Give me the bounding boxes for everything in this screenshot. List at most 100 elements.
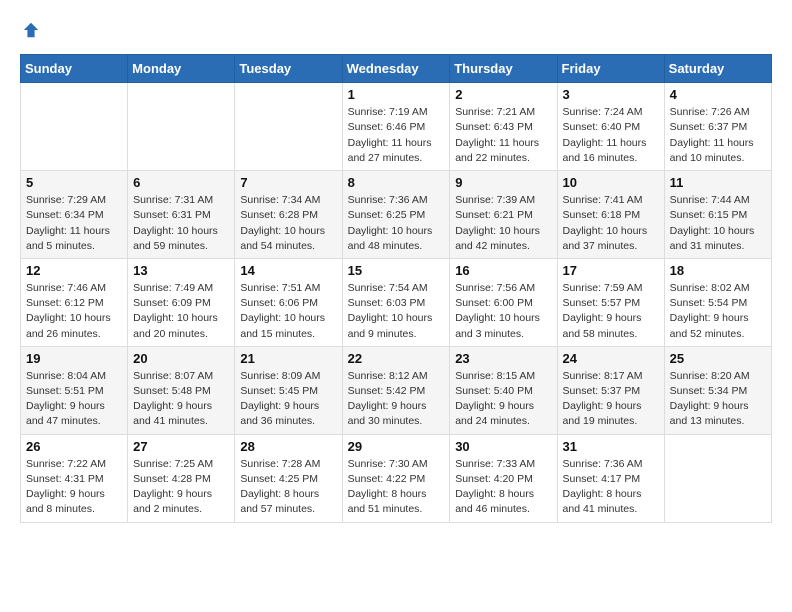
calendar-cell: 8 Sunrise: 7:36 AMSunset: 6:25 PMDayligh…	[342, 171, 450, 259]
logo	[20, 20, 40, 44]
day-info: Sunrise: 7:51 AMSunset: 6:06 PMDaylight:…	[240, 281, 336, 342]
day-number: 21	[240, 351, 336, 366]
day-info: Sunrise: 8:12 AMSunset: 5:42 PMDaylight:…	[348, 369, 445, 430]
day-info: Sunrise: 7:49 AMSunset: 6:09 PMDaylight:…	[133, 281, 229, 342]
day-number: 27	[133, 439, 229, 454]
day-info: Sunrise: 7:56 AMSunset: 6:00 PMDaylight:…	[455, 281, 551, 342]
day-info: Sunrise: 8:17 AMSunset: 5:37 PMDaylight:…	[563, 369, 659, 430]
day-info: Sunrise: 7:46 AMSunset: 6:12 PMDaylight:…	[26, 281, 122, 342]
day-info: Sunrise: 7:21 AMSunset: 6:43 PMDaylight:…	[455, 105, 551, 166]
calendar-cell: 29 Sunrise: 7:30 AMSunset: 4:22 PMDaylig…	[342, 434, 450, 522]
day-number: 18	[670, 263, 766, 278]
day-number: 5	[26, 175, 122, 190]
calendar-cell	[664, 434, 771, 522]
day-info: Sunrise: 7:59 AMSunset: 5:57 PMDaylight:…	[563, 281, 659, 342]
day-number: 8	[348, 175, 445, 190]
calendar-cell: 4 Sunrise: 7:26 AMSunset: 6:37 PMDayligh…	[664, 83, 771, 171]
day-number: 11	[670, 175, 766, 190]
day-number: 24	[563, 351, 659, 366]
calendar-cell: 21 Sunrise: 8:09 AMSunset: 5:45 PMDaylig…	[235, 346, 342, 434]
day-info: Sunrise: 7:34 AMSunset: 6:28 PMDaylight:…	[240, 193, 336, 254]
day-info: Sunrise: 7:25 AMSunset: 4:28 PMDaylight:…	[133, 457, 229, 518]
calendar-cell: 24 Sunrise: 8:17 AMSunset: 5:37 PMDaylig…	[557, 346, 664, 434]
calendar-cell: 23 Sunrise: 8:15 AMSunset: 5:40 PMDaylig…	[450, 346, 557, 434]
day-number: 1	[348, 87, 445, 102]
weekday-header-tuesday: Tuesday	[235, 55, 342, 83]
calendar-week-row: 12 Sunrise: 7:46 AMSunset: 6:12 PMDaylig…	[21, 258, 772, 346]
calendar-cell	[21, 83, 128, 171]
calendar-cell: 9 Sunrise: 7:39 AMSunset: 6:21 PMDayligh…	[450, 171, 557, 259]
day-number: 4	[670, 87, 766, 102]
day-info: Sunrise: 7:30 AMSunset: 4:22 PMDaylight:…	[348, 457, 445, 518]
weekday-header-monday: Monday	[128, 55, 235, 83]
day-info: Sunrise: 7:36 AMSunset: 6:25 PMDaylight:…	[348, 193, 445, 254]
day-number: 25	[670, 351, 766, 366]
day-info: Sunrise: 8:02 AMSunset: 5:54 PMDaylight:…	[670, 281, 766, 342]
calendar-week-row: 26 Sunrise: 7:22 AMSunset: 4:31 PMDaylig…	[21, 434, 772, 522]
weekday-header-friday: Friday	[557, 55, 664, 83]
calendar-cell: 13 Sunrise: 7:49 AMSunset: 6:09 PMDaylig…	[128, 258, 235, 346]
page-header	[20, 20, 772, 44]
day-info: Sunrise: 7:44 AMSunset: 6:15 PMDaylight:…	[670, 193, 766, 254]
logo-icon	[22, 21, 40, 39]
day-info: Sunrise: 7:36 AMSunset: 4:17 PMDaylight:…	[563, 457, 659, 518]
day-info: Sunrise: 7:24 AMSunset: 6:40 PMDaylight:…	[563, 105, 659, 166]
calendar-cell: 7 Sunrise: 7:34 AMSunset: 6:28 PMDayligh…	[235, 171, 342, 259]
weekday-header-thursday: Thursday	[450, 55, 557, 83]
calendar-cell: 19 Sunrise: 8:04 AMSunset: 5:51 PMDaylig…	[21, 346, 128, 434]
day-number: 3	[563, 87, 659, 102]
calendar-week-row: 19 Sunrise: 8:04 AMSunset: 5:51 PMDaylig…	[21, 346, 772, 434]
day-info: Sunrise: 7:31 AMSunset: 6:31 PMDaylight:…	[133, 193, 229, 254]
calendar-cell: 16 Sunrise: 7:56 AMSunset: 6:00 PMDaylig…	[450, 258, 557, 346]
calendar-cell: 10 Sunrise: 7:41 AMSunset: 6:18 PMDaylig…	[557, 171, 664, 259]
weekday-header-wednesday: Wednesday	[342, 55, 450, 83]
weekday-header-sunday: Sunday	[21, 55, 128, 83]
day-number: 16	[455, 263, 551, 278]
day-number: 7	[240, 175, 336, 190]
day-number: 12	[26, 263, 122, 278]
calendar-cell: 28 Sunrise: 7:28 AMSunset: 4:25 PMDaylig…	[235, 434, 342, 522]
calendar-cell: 31 Sunrise: 7:36 AMSunset: 4:17 PMDaylig…	[557, 434, 664, 522]
day-info: Sunrise: 7:39 AMSunset: 6:21 PMDaylight:…	[455, 193, 551, 254]
day-number: 6	[133, 175, 229, 190]
calendar-cell: 6 Sunrise: 7:31 AMSunset: 6:31 PMDayligh…	[128, 171, 235, 259]
calendar-cell: 22 Sunrise: 8:12 AMSunset: 5:42 PMDaylig…	[342, 346, 450, 434]
day-info: Sunrise: 8:07 AMSunset: 5:48 PMDaylight:…	[133, 369, 229, 430]
day-number: 29	[348, 439, 445, 454]
calendar-week-row: 1 Sunrise: 7:19 AMSunset: 6:46 PMDayligh…	[21, 83, 772, 171]
calendar-table: SundayMondayTuesdayWednesdayThursdayFrid…	[20, 54, 772, 522]
calendar-week-row: 5 Sunrise: 7:29 AMSunset: 6:34 PMDayligh…	[21, 171, 772, 259]
day-info: Sunrise: 7:29 AMSunset: 6:34 PMDaylight:…	[26, 193, 122, 254]
day-number: 30	[455, 439, 551, 454]
calendar-header-row: SundayMondayTuesdayWednesdayThursdayFrid…	[21, 55, 772, 83]
calendar-cell: 30 Sunrise: 7:33 AMSunset: 4:20 PMDaylig…	[450, 434, 557, 522]
calendar-cell: 17 Sunrise: 7:59 AMSunset: 5:57 PMDaylig…	[557, 258, 664, 346]
day-number: 23	[455, 351, 551, 366]
calendar-cell: 14 Sunrise: 7:51 AMSunset: 6:06 PMDaylig…	[235, 258, 342, 346]
calendar-cell: 2 Sunrise: 7:21 AMSunset: 6:43 PMDayligh…	[450, 83, 557, 171]
calendar-cell: 20 Sunrise: 8:07 AMSunset: 5:48 PMDaylig…	[128, 346, 235, 434]
day-info: Sunrise: 7:54 AMSunset: 6:03 PMDaylight:…	[348, 281, 445, 342]
day-info: Sunrise: 8:15 AMSunset: 5:40 PMDaylight:…	[455, 369, 551, 430]
day-info: Sunrise: 8:20 AMSunset: 5:34 PMDaylight:…	[670, 369, 766, 430]
day-number: 22	[348, 351, 445, 366]
day-number: 2	[455, 87, 551, 102]
calendar-cell: 11 Sunrise: 7:44 AMSunset: 6:15 PMDaylig…	[664, 171, 771, 259]
calendar-cell: 1 Sunrise: 7:19 AMSunset: 6:46 PMDayligh…	[342, 83, 450, 171]
day-number: 26	[26, 439, 122, 454]
day-info: Sunrise: 7:22 AMSunset: 4:31 PMDaylight:…	[26, 457, 122, 518]
day-info: Sunrise: 7:33 AMSunset: 4:20 PMDaylight:…	[455, 457, 551, 518]
day-number: 15	[348, 263, 445, 278]
day-info: Sunrise: 8:04 AMSunset: 5:51 PMDaylight:…	[26, 369, 122, 430]
day-number: 20	[133, 351, 229, 366]
calendar-cell	[128, 83, 235, 171]
day-info: Sunrise: 7:41 AMSunset: 6:18 PMDaylight:…	[563, 193, 659, 254]
weekday-header-saturday: Saturday	[664, 55, 771, 83]
day-number: 14	[240, 263, 336, 278]
calendar-cell: 15 Sunrise: 7:54 AMSunset: 6:03 PMDaylig…	[342, 258, 450, 346]
day-number: 28	[240, 439, 336, 454]
calendar-cell: 12 Sunrise: 7:46 AMSunset: 6:12 PMDaylig…	[21, 258, 128, 346]
calendar-cell: 25 Sunrise: 8:20 AMSunset: 5:34 PMDaylig…	[664, 346, 771, 434]
day-number: 10	[563, 175, 659, 190]
day-number: 19	[26, 351, 122, 366]
